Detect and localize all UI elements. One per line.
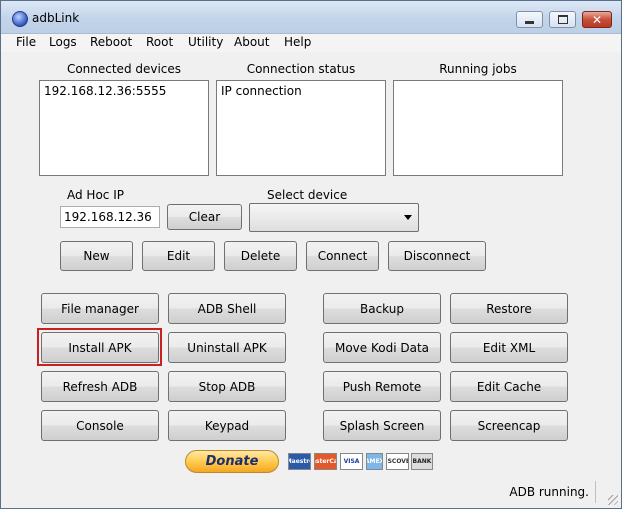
uninstall-apk-button[interactable]: Uninstall APK <box>168 332 286 363</box>
status-text: ADB running. <box>509 485 589 499</box>
visa-card-icon: VISA <box>340 453 363 470</box>
adhoc-ip-label: Ad Hoc IP <box>67 188 124 202</box>
close-button[interactable]: ✕ <box>582 11 612 28</box>
menu-help[interactable]: Help <box>284 35 311 49</box>
connection-status-list[interactable]: IP connection <box>216 80 386 176</box>
amex-card-icon: AMEX <box>366 453 383 470</box>
restore-button[interactable]: Restore <box>450 293 568 324</box>
menu-bar: File Logs Reboot Root Utility About Help <box>1 34 621 52</box>
maximize-button[interactable] <box>549 11 576 28</box>
menu-reboot[interactable]: Reboot <box>90 35 132 49</box>
maximize-icon <box>557 15 568 24</box>
new-device-button[interactable]: New <box>60 241 133 271</box>
move-kodi-data-button[interactable]: Move Kodi Data <box>323 332 441 363</box>
menu-file[interactable]: File <box>16 35 36 49</box>
select-device-label: Select device <box>267 188 348 202</box>
menu-logs[interactable]: Logs <box>49 35 77 49</box>
menu-utility[interactable]: Utility <box>188 35 223 49</box>
minimize-button[interactable] <box>516 11 543 28</box>
mastercard-icon: MasterCard <box>314 453 337 470</box>
running-jobs-label: Running jobs <box>439 62 517 76</box>
push-remote-button[interactable]: Push Remote <box>323 371 441 402</box>
dropdown-arrow-icon <box>404 215 412 220</box>
bank-icon: BANK <box>411 453 433 470</box>
connect-button[interactable]: Connect <box>306 241 379 271</box>
connected-devices-list[interactable]: 192.168.12.36:5555 <box>39 80 209 176</box>
connected-device-item[interactable]: 192.168.12.36:5555 <box>44 84 204 98</box>
status-separator <box>595 481 596 503</box>
edit-cache-button[interactable]: Edit Cache <box>450 371 568 402</box>
resize-grip-icon[interactable] <box>608 495 618 505</box>
disconnect-button[interactable]: Disconnect <box>388 241 486 271</box>
stop-adb-button[interactable]: Stop ADB <box>168 371 286 402</box>
adblink-window: adbLink ✕ File Logs Reboot Root Utility … <box>0 0 622 509</box>
connection-status-item[interactable]: IP connection <box>221 84 381 98</box>
window-title: adbLink <box>32 11 80 25</box>
status-bar: ADB running. <box>1 477 621 508</box>
console-button[interactable]: Console <box>41 410 159 441</box>
refresh-adb-button[interactable]: Refresh ADB <box>41 371 159 402</box>
app-icon <box>12 11 28 27</box>
keypad-button[interactable]: Keypad <box>168 410 286 441</box>
close-icon: ✕ <box>591 12 603 27</box>
install-apk-highlight <box>37 328 162 366</box>
splash-screen-button[interactable]: Splash Screen <box>323 410 441 441</box>
menu-about[interactable]: About <box>234 35 269 49</box>
donate-button[interactable]: Donate <box>185 450 279 473</box>
maestro-card-icon: Maestro <box>288 453 311 470</box>
backup-button[interactable]: Backup <box>323 293 441 324</box>
running-jobs-list[interactable] <box>393 80 563 176</box>
edit-device-button[interactable]: Edit <box>142 241 215 271</box>
file-manager-button[interactable]: File manager <box>41 293 159 324</box>
clear-button[interactable]: Clear <box>167 204 242 230</box>
menu-root[interactable]: Root <box>146 35 173 49</box>
edit-xml-button[interactable]: Edit XML <box>450 332 568 363</box>
discover-card-icon: DISCOVER <box>386 453 409 470</box>
minimize-icon <box>525 20 534 24</box>
adhoc-ip-input[interactable]: 192.168.12.36 <box>60 206 160 228</box>
adb-shell-button[interactable]: ADB Shell <box>168 293 286 324</box>
select-device-dropdown[interactable] <box>249 203 419 232</box>
connection-status-label: Connection status <box>246 62 356 76</box>
delete-device-button[interactable]: Delete <box>224 241 297 271</box>
connected-devices-label: Connected devices <box>66 62 182 76</box>
screencap-button[interactable]: Screencap <box>450 410 568 441</box>
title-bar[interactable]: adbLink ✕ <box>1 1 621 34</box>
